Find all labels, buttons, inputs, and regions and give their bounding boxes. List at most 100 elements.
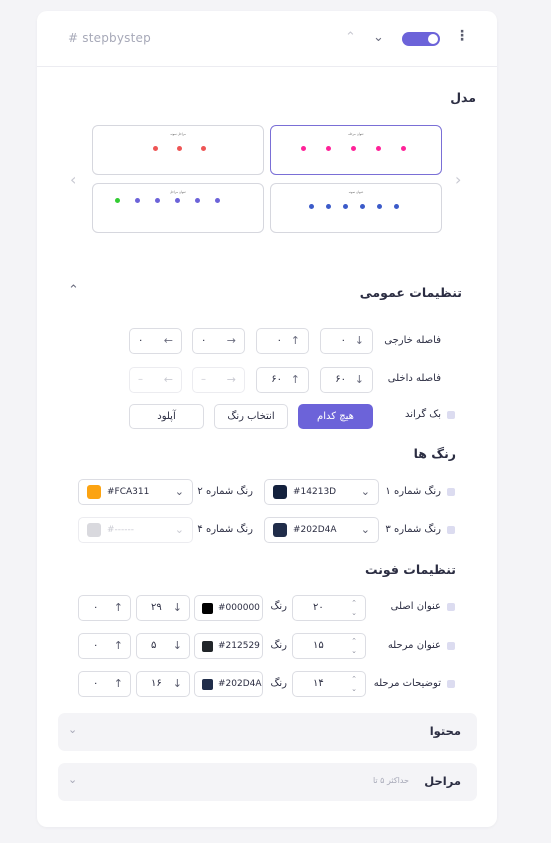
color2-select[interactable]: #FCA311 ⌄ (78, 479, 193, 505)
thumb-step (360, 204, 365, 209)
color3-checkbox[interactable] (447, 526, 455, 534)
arrow-right-icon: → (226, 334, 236, 347)
steps-section[interactable]: مراحل حداکثر ۵ تا ⌄ (58, 763, 477, 801)
title-font-color[interactable]: #000000 (194, 595, 263, 621)
collapse-general-icon[interactable]: ⌃ (68, 283, 79, 298)
next-model-icon[interactable]: › (455, 170, 461, 189)
enable-toggle[interactable] (402, 32, 440, 46)
step-desc-font-spacing[interactable]: ۰ ↑ (78, 671, 131, 697)
thumb-figure (177, 146, 182, 151)
title-font-weight[interactable]: ۲۹ ↓ (136, 595, 190, 621)
thumb-step (195, 198, 200, 203)
chevron-down-icon[interactable]: ⌄ (373, 30, 384, 45)
general-settings-heading: تنظیمات عمومی (359, 285, 462, 300)
widget-title: # stepbystep (68, 31, 151, 45)
margin-left-input[interactable]: ۰ ← (129, 328, 182, 354)
margin-right-input[interactable]: ۰ → (192, 328, 245, 354)
step-desc-font-size[interactable]: ۱۴ ⌃ ⌄ (292, 671, 366, 697)
step-title-font-swatch (202, 641, 213, 652)
chevron-down-icon: ⌄ (360, 523, 370, 536)
step-desc-font-weight[interactable]: ۱۶ ↓ (136, 671, 190, 697)
color1-select[interactable]: #14213D ⌄ (264, 479, 379, 505)
arrow-down-icon: ↓ (172, 601, 182, 614)
step-title-font-color[interactable]: #212529 (194, 633, 263, 659)
arrow-down-icon: ↓ (354, 373, 364, 386)
arrow-left-icon: ← (163, 373, 173, 386)
color2-hex: #FCA311 (107, 487, 150, 497)
step-title-font-spacing-value: ۰ (93, 640, 99, 651)
step-desc-font-color[interactable]: #202D4A (194, 671, 263, 697)
prev-model-icon[interactable]: ‹ (70, 170, 76, 189)
background-none-button[interactable]: هیچ کدام (298, 404, 373, 429)
color4-select[interactable]: #------ ⌄ (78, 517, 193, 543)
step-title-font-checkbox[interactable] (447, 642, 455, 650)
thumb-figure (201, 146, 206, 151)
color4-swatch (87, 523, 101, 537)
padding-right-input[interactable]: – → (192, 367, 245, 393)
chevron-down-icon: ⌄ (68, 723, 78, 736)
color2-swatch (87, 485, 101, 499)
chevron-down-icon: ⌄ (68, 773, 78, 786)
color1-hex: #14213D (293, 487, 337, 497)
font-settings-heading: تنظیمات فونت (364, 562, 456, 577)
arrow-up-icon: ↑ (290, 373, 300, 386)
step-desc-font-checkbox[interactable] (447, 680, 455, 688)
content-section[interactable]: محتوا ⌄ (58, 713, 477, 751)
thumb-step (377, 204, 382, 209)
thumb-figure (153, 146, 158, 151)
step-desc-font-label: توضیحات مرحله (373, 678, 441, 689)
background-upload-button[interactable]: آپلود (129, 404, 204, 429)
margin-bottom-input[interactable]: ۰ ↑ (256, 328, 309, 354)
background-pick-color-button[interactable]: انتخاب رنگ (214, 404, 288, 429)
color3-select[interactable]: #202D4A ⌄ (264, 517, 379, 543)
margin-top-input[interactable]: ۰ ↓ (320, 328, 373, 354)
thumb-step (326, 146, 331, 151)
chevron-down-icon: ⌄ (174, 485, 184, 498)
model-thumb-3[interactable]: عنوان مراحل (92, 183, 264, 233)
stepper-icon: ⌃ ⌄ (351, 675, 357, 693)
arrow-down-icon: ↓ (172, 639, 182, 652)
title-font-size[interactable]: ۲۰ ⌃ ⌄ (292, 595, 366, 621)
title-font-spacing[interactable]: ۰ ↑ (78, 595, 131, 621)
step-title-font-spacing[interactable]: ۰ ↑ (78, 633, 131, 659)
step-title-font-size[interactable]: ۱۵ ⌃ ⌄ (292, 633, 366, 659)
thumb-step (115, 198, 120, 203)
model-thumb-4[interactable]: عنوان نمونه (270, 183, 442, 233)
padding-left-input[interactable]: – ← (129, 367, 182, 393)
background-checkbox[interactable] (447, 411, 455, 419)
chevron-up-icon[interactable]: ⌃ (345, 30, 356, 45)
step-title-font-size-value: ۱۵ (313, 640, 324, 651)
thumb-title: عنوان مراحل (169, 190, 187, 194)
toggle-knob (428, 34, 438, 44)
padding-label: فاصله داخلی (387, 373, 441, 384)
margin-label: فاصله خارجی (384, 335, 441, 346)
padding-top-value: ۶۰ (335, 374, 346, 385)
thumb-step (309, 204, 314, 209)
thumb-step (155, 198, 160, 203)
model-thumb-1[interactable]: مراحل نمونه (92, 125, 264, 175)
steps-section-title: مراحل (424, 774, 461, 788)
margin-left-value: ۰ (138, 335, 144, 346)
title-font-checkbox[interactable] (447, 603, 455, 611)
color3-label: رنگ شماره ۳ (385, 524, 441, 535)
more-options-icon[interactable]: ⋮ (455, 28, 469, 44)
thumb-step (376, 146, 381, 151)
thumb-step (401, 146, 406, 151)
step-desc-font-weight-value: ۱۶ (151, 678, 162, 689)
padding-bottom-input[interactable]: ۶۰ ↑ (256, 367, 309, 393)
step-title-font-weight[interactable]: ۵ ↓ (136, 633, 190, 659)
color3-hex: #202D4A (293, 525, 337, 535)
padding-top-input[interactable]: ۶۰ ↓ (320, 367, 373, 393)
thumb-step (135, 198, 140, 203)
thumb-step (215, 198, 220, 203)
model-heading: مدل (450, 90, 476, 105)
color1-checkbox[interactable] (447, 488, 455, 496)
title-font-swatch (202, 603, 213, 614)
thumb-step (175, 198, 180, 203)
model-thumb-2[interactable]: عنوان مرحله (270, 125, 442, 175)
colors-heading: رنگ ها (413, 446, 456, 461)
title-font-size-value: ۲۰ (313, 602, 324, 613)
arrow-up-icon: ↑ (290, 334, 300, 347)
step-desc-font-spacing-value: ۰ (93, 678, 99, 689)
step-desc-font-hex: #202D4A (218, 679, 262, 689)
